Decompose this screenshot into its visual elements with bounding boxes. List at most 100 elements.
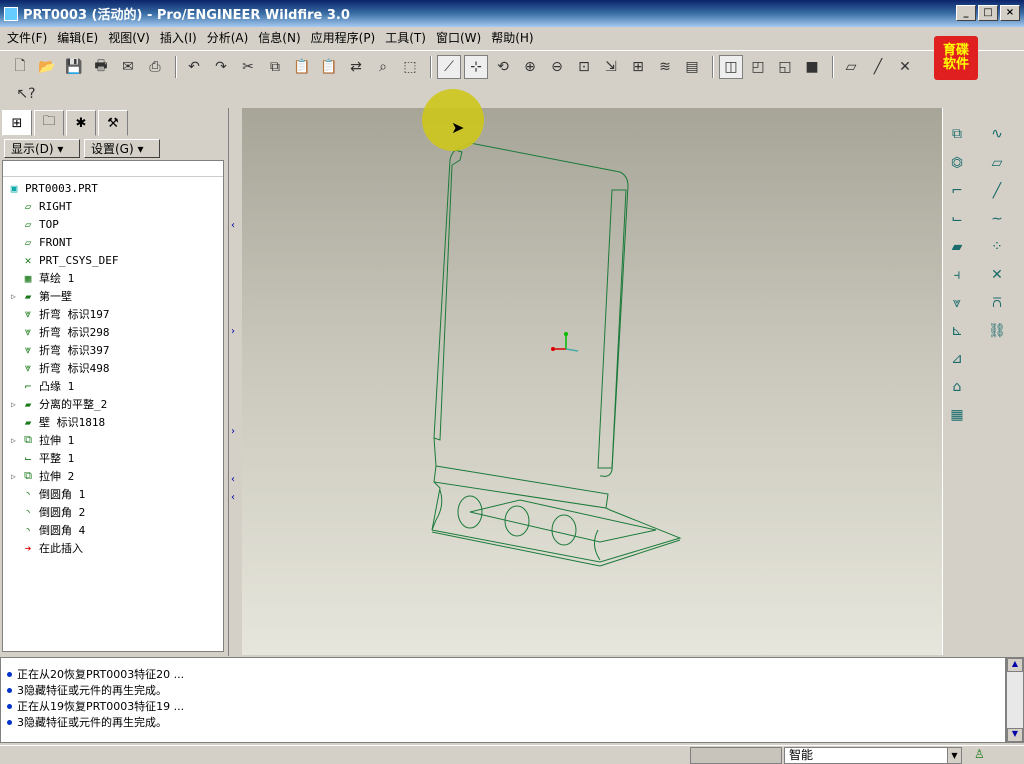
orient-icon[interactable]: ⟲ — [491, 55, 515, 79]
tree-item[interactable]: ▷ ▰ 第一壁 — [11, 287, 72, 305]
tree-item[interactable]: ⩔ 折弯 标识397 — [11, 341, 110, 359]
menu-tools[interactable]: 工具(T) — [380, 29, 431, 46]
connections-tab[interactable]: ⚒ — [98, 110, 128, 136]
chevron-down-icon[interactable]: ▼ — [947, 748, 961, 763]
print-icon[interactable]: 🖶 — [89, 55, 113, 79]
tree-item[interactable]: ▷ ▰ 分离的平整_2 — [11, 395, 107, 413]
tree-item[interactable]: ▰ 壁 标识1818 — [11, 413, 105, 431]
tree-item[interactable]: ▱ RIGHT — [11, 197, 72, 215]
menu-edit[interactable]: 编辑(E) — [52, 29, 103, 46]
tree-item[interactable]: ▷ ⧉ 拉伸 2 — [11, 467, 74, 485]
tree-item[interactable]: ▦ 草绘 1 — [11, 269, 75, 287]
bend-tool-icon[interactable]: ⩔ — [946, 292, 968, 314]
find-icon[interactable]: ⌕ — [371, 55, 395, 79]
tree-item[interactable]: ⩔ 折弯 标识298 — [11, 323, 110, 341]
tree-item[interactable]: ⌐ 凸缘 1 — [11, 377, 75, 395]
model-tree-tab[interactable]: ⊞ — [2, 110, 32, 136]
menu-window[interactable]: 窗口(W) — [431, 29, 486, 46]
menu-insert[interactable]: 插入(I) — [155, 29, 202, 46]
tree-item[interactable]: ◝ 倒圆角 4 — [11, 521, 86, 539]
close-button[interactable]: × — [1000, 5, 1020, 21]
shading-icon[interactable]: ■ — [800, 55, 824, 79]
redo-icon[interactable]: ↷ — [209, 55, 233, 79]
menu-help[interactable]: 帮助(H) — [486, 29, 538, 46]
menu-applications[interactable]: 应用程序(P) — [306, 29, 381, 46]
sketch-tool-icon[interactable]: ∿ — [986, 123, 1008, 145]
zoom-out-icon[interactable]: ⊖ — [545, 55, 569, 79]
layers-icon[interactable]: ≋ — [653, 55, 677, 79]
tree-item[interactable]: ⩔ 折弯 标识197 — [11, 305, 110, 323]
csys-tool-icon[interactable]: ✕ — [986, 264, 1008, 286]
minimize-button[interactable]: _ — [956, 5, 976, 21]
cut-icon[interactable]: ✂ — [236, 55, 260, 79]
tree-item[interactable]: ➔ 在此插入 — [11, 539, 83, 557]
bend-back-icon[interactable]: ⊿ — [946, 348, 968, 370]
message-scrollbar[interactable]: ▲ ▼ — [1006, 657, 1024, 743]
unbend-tool-icon[interactable]: ⊾ — [946, 320, 968, 342]
tree-item[interactable]: ▱ TOP — [11, 215, 59, 233]
folder-browser-tab[interactable]: 🗀 — [34, 110, 64, 136]
saved-views-icon[interactable]: ⊞ — [626, 55, 650, 79]
menu-analysis[interactable]: 分析(A) — [202, 29, 254, 46]
email-icon[interactable]: ✉ — [116, 55, 140, 79]
datum-plane-tool-icon[interactable]: ▱ — [986, 152, 1008, 174]
tree-item[interactable]: ⌙ 平整 1 — [11, 449, 75, 467]
tree-root[interactable]: ▣ PRT0003.PRT — [7, 179, 98, 197]
extrude-tool-icon[interactable]: ⧉ — [946, 123, 968, 145]
tree-item[interactable]: ◝ 倒圆角 2 — [11, 503, 86, 521]
corner-relief-icon[interactable]: ⌂ — [946, 376, 968, 398]
reorient-icon[interactable]: ⇲ — [599, 55, 623, 79]
tree-item[interactable]: ▱ FRONT — [11, 233, 72, 251]
open-file-icon[interactable]: 📂 — [35, 55, 59, 79]
settings-dropdown[interactable]: 设置(G) ▾ — [84, 139, 160, 158]
flat-pattern-icon[interactable]: ▦ — [946, 404, 968, 426]
analysis-tool-icon[interactable]: ⩃ — [986, 292, 1008, 314]
zoom-in-icon[interactable]: ⊕ — [518, 55, 542, 79]
datum-point-tool-icon[interactable]: ⁘ — [986, 236, 1008, 258]
menu-file[interactable]: 文件(F) — [2, 29, 52, 46]
tree-item[interactable]: ⩔ 折弯 标识498 — [11, 359, 110, 377]
tree-item[interactable]: ▷ ⧉ 拉伸 1 — [11, 431, 74, 449]
scroll-up-icon[interactable]: ▲ — [1007, 658, 1023, 672]
flat-wall-icon[interactable]: ▰ — [946, 236, 968, 258]
flange-tool-icon[interactable]: ⌐ — [946, 180, 968, 202]
revolve-tool-icon[interactable]: ⏣ — [946, 152, 968, 174]
link-tool-icon[interactable]: ⛓ — [986, 320, 1008, 342]
selection-filter[interactable]: 智能 ▼ — [784, 747, 962, 764]
rip-tool-icon[interactable]: ⫞ — [946, 264, 968, 286]
spin-center-icon[interactable]: ⊹ — [464, 54, 488, 79]
tree-item[interactable]: ✕ PRT_CSYS_DEF — [11, 251, 119, 269]
menu-view[interactable]: 视图(V) — [103, 29, 155, 46]
expand-icon[interactable]: ▷ — [11, 472, 21, 481]
paste-icon[interactable]: 📋 — [290, 55, 314, 79]
maximize-button[interactable]: □ — [978, 5, 998, 21]
undo-icon[interactable]: ↶ — [182, 55, 206, 79]
select-box-icon[interactable]: ⬚ — [398, 55, 422, 79]
hidden-line-icon[interactable]: ◰ — [746, 55, 770, 79]
tree-item[interactable]: ◝ 倒圆角 1 — [11, 485, 86, 503]
expand-icon[interactable]: ▷ — [11, 292, 21, 301]
panel-splitter[interactable]: ‹ › › ‹ ‹ — [228, 108, 240, 656]
display-dropdown[interactable]: 显示(D) ▾ — [4, 139, 80, 158]
new-file-icon[interactable]: 🗋 — [8, 55, 32, 79]
expand-icon[interactable]: ▷ — [11, 400, 21, 409]
unattached-wall-icon[interactable]: ⌙ — [946, 208, 968, 230]
save-icon[interactable]: 💾 — [62, 55, 86, 79]
copy-icon[interactable]: ⧉ — [263, 55, 287, 79]
send-icon[interactable]: ⎙ — [143, 55, 167, 79]
menu-info[interactable]: 信息(N) — [253, 29, 305, 46]
graphics-window[interactable] — [242, 108, 942, 655]
favorites-tab[interactable]: ✱ — [66, 110, 96, 136]
datum-plane-toggle-icon[interactable]: ▱ — [839, 55, 863, 79]
csys-toggle-icon[interactable]: ✕ — [893, 55, 917, 79]
datum-axis-toggle-icon[interactable]: ╱ — [866, 55, 890, 79]
wireframe-icon[interactable]: ◫ — [719, 54, 743, 79]
datum-display-icon[interactable]: ⟋ — [437, 54, 461, 79]
datum-curve-tool-icon[interactable]: ∼ — [986, 208, 1008, 230]
datum-axis-tool-icon[interactable]: ╱ — [986, 180, 1008, 202]
expand-icon[interactable]: ▷ — [11, 436, 21, 445]
scroll-down-icon[interactable]: ▼ — [1007, 728, 1023, 742]
regenerate-icon[interactable]: ⇄ — [344, 55, 368, 79]
paste-special-icon[interactable]: 📋 — [317, 55, 341, 79]
context-help-icon[interactable]: ↖? — [14, 82, 38, 106]
